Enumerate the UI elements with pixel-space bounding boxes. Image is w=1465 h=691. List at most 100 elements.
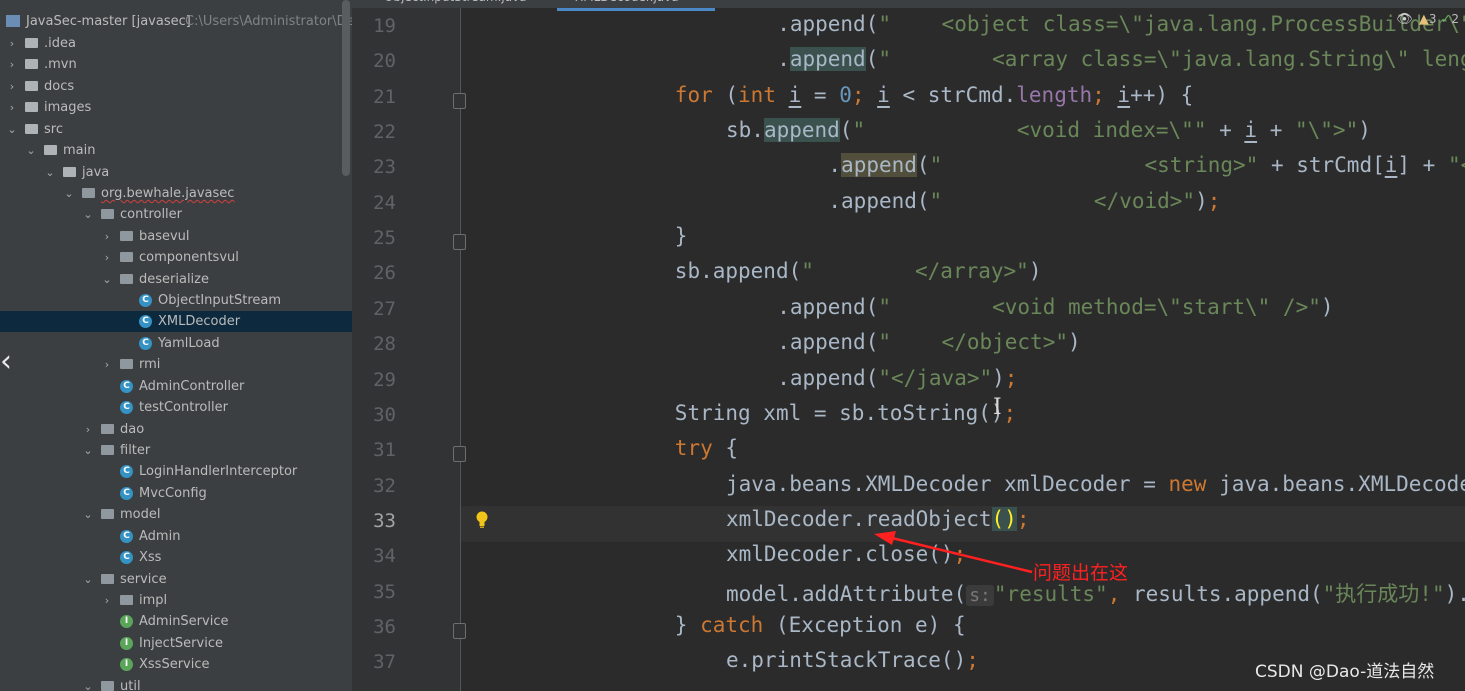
tree-item[interactable]: C YamlLoad [0,333,352,354]
chevron-right-icon[interactable]: › [6,54,18,75]
code-line[interactable]: for (int i = 0; i < strCmd.length; i++) … [675,83,1194,107]
chevron-right-icon[interactable]: › [101,247,113,268]
text-cursor-icon: I [993,395,1002,420]
code-line[interactable]: String xml = sb.toString(); [675,401,1016,425]
code-line[interactable]: e.printStackTrace(); [726,648,979,672]
tree-item[interactable]: › rmi [0,354,352,375]
code-line[interactable]: .append(" <void method=\"start\" />") [777,295,1333,319]
chevron-down-icon[interactable]: ⌄ [6,119,18,140]
tree-item[interactable]: I XssService [0,654,352,675]
chevron-right-icon[interactable]: › [101,354,113,375]
tree-item[interactable]: ⌄ src [0,119,352,140]
line-number: 24 [373,191,396,214]
chevron-right-icon[interactable]: › [101,590,113,611]
code-line[interactable]: xmlDecoder.close(); [726,542,966,566]
check-icon: ✓ [1440,12,1452,27]
tree-item[interactable]: I AdminService [0,611,352,632]
eye-hidden-icon[interactable]: 👁 [1396,12,1413,27]
chevron-right-icon[interactable]: › [82,419,94,440]
code-line[interactable]: sb.append(" <void index=\"" + i + "\">") [726,118,1371,143]
tree-item[interactable]: ⌄ model [0,504,352,525]
code-token: new [1168,471,1207,496]
code-line[interactable]: try { [675,436,738,460]
code-line[interactable]: .append(" <object class=\"java.lang.Proc… [777,12,1465,36]
tree-item[interactable]: I InjectService [0,633,352,654]
tree-scrollbar[interactable] [342,0,350,176]
chevron-down-icon[interactable]: ⌄ [82,440,94,461]
chevron-down-icon[interactable]: ⌄ [82,676,94,691]
tree-item[interactable]: ⌄ controller [0,204,352,225]
code-line[interactable]: sb.append(" </array>") [675,259,1042,283]
class-icon: C [120,551,133,565]
code-line[interactable]: .append(" </void>"); [828,189,1220,213]
code-line[interactable]: } [675,224,688,248]
tree-item[interactable]: ⌄ util [0,676,352,691]
tree-item-label: componentsvul [139,250,239,266]
folder-icon [25,59,38,70]
lightbulb-icon[interactable] [475,511,489,529]
code-editor[interactable]: ObjectInputStream.java XMLDecoder.java 1… [352,0,1465,691]
package-icon [120,230,133,241]
tree-item[interactable]: C Xss [0,547,352,568]
code-line[interactable]: .append(" </object>") [777,330,1080,354]
chevron-down-icon[interactable]: ⌄ [63,183,75,204]
fold-marker-icon[interactable] [453,446,466,463]
tree-item[interactable]: ⌄ filter [0,440,352,461]
class-icon: C [120,486,133,500]
tab-xmldecoder[interactable]: XMLDecoder.java [557,0,715,11]
tree-item[interactable]: C MvcConfig [0,483,352,504]
project-tree[interactable]: JavaSec-master [javasec] C:\Users\Admini… [0,0,352,691]
chevron-down-icon[interactable]: ⌄ [82,204,94,225]
project-root-path: C:\Users\Administrator\Des [185,14,352,29]
tree-item-label: AdminController [139,378,245,394]
chevron-down-icon[interactable]: ⌄ [101,269,113,290]
code-line[interactable]: } catch (Exception e) { [675,613,966,637]
tree-item[interactable]: ⌄ main [0,140,352,161]
chevron-down-icon[interactable]: ⌄ [82,569,94,590]
tree-item[interactable]: ⌄ java [0,162,352,183]
chevron-right-icon[interactable]: › [6,76,18,97]
chevron-right-icon[interactable]: › [6,33,18,54]
tree-item[interactable]: › componentsvul [0,247,352,268]
tree-item[interactable]: C ObjectInputStream [0,290,352,311]
line-number: 19 [373,15,396,37]
inspection-widget[interactable]: 👁 ▲3 ✓2 [1396,12,1459,32]
chevron-down-icon[interactable]: ⌄ [82,504,94,525]
chevron-down-icon[interactable]: ⌄ [44,162,56,183]
tree-item[interactable]: › images [0,97,352,118]
fold-marker-icon[interactable] [453,234,466,251]
chevron-right-icon[interactable]: › [101,226,113,247]
code-line[interactable]: .append("</java>"); [777,366,1017,390]
tab-objectinputstream[interactable]: ObjectInputStream.java [366,0,559,8]
code-token: append [763,118,840,143]
chevron-right-icon[interactable]: › [6,97,18,118]
tree-item[interactable]: › .idea [0,33,352,54]
tree-item[interactable]: ⌄ org.bewhale.javasec [0,183,352,204]
project-root-row[interactable]: JavaSec-master [javasec] C:\Users\Admini… [0,11,352,32]
chevron-left-icon[interactable]: ‹ [0,344,24,380]
tree-item[interactable]: › .mvn [0,54,352,75]
tree-item-label: ObjectInputStream [158,293,282,309]
code-line[interactable]: xmlDecoder.readObject(); [726,506,1029,531]
code-line[interactable]: java.beans.XMLDecoder xmlDecoder = new j… [726,472,1465,496]
class-icon: C [139,315,152,329]
code-line[interactable]: .append(" <string>" + strCmd[i] + "</str… [828,153,1465,178]
fold-marker-icon[interactable] [453,622,466,639]
tree-item[interactable]: › dao [0,419,352,440]
tree-item[interactable]: ⌄ service [0,569,352,590]
fold-marker-icon[interactable] [453,92,466,109]
tree-item[interactable]: C AdminController [0,376,352,397]
code-line[interactable]: .append(" <array class=\"java.lang.Strin… [777,47,1465,72]
tree-item[interactable]: › docs [0,76,352,97]
tree-item[interactable]: CtestController [0,397,352,418]
tree-item[interactable]: C LoginHandlerInterceptor [0,461,352,482]
tree-item[interactable]: C XMLDecoder [0,311,352,333]
tree-item[interactable]: › basevul [0,226,352,247]
chevron-down-icon[interactable]: ⌄ [25,140,37,161]
code-token: sb.append( [674,259,802,284]
tree-item[interactable]: ⌄ deserialize [0,269,352,290]
line-number: 32 [373,474,396,497]
tree-item[interactable]: C Admin [0,526,352,547]
code-token: ) [1358,118,1371,143]
tree-item[interactable]: › impl [0,590,352,611]
